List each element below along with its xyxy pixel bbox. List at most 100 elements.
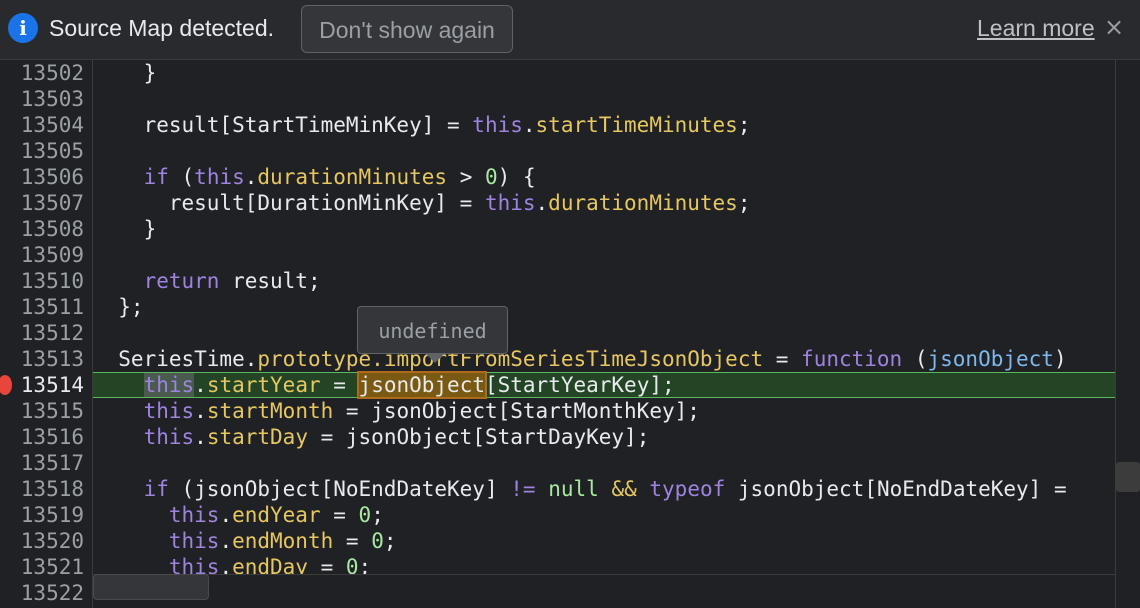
code-line: return result; bbox=[93, 268, 1115, 294]
horizontal-scrollbar[interactable] bbox=[93, 574, 1115, 603]
code-token: } bbox=[93, 217, 157, 241]
line-number[interactable]: 13511 bbox=[0, 294, 84, 320]
code-token: ( bbox=[168, 165, 195, 189]
code-token: this bbox=[472, 113, 523, 137]
line-number[interactable]: 13505 bbox=[0, 138, 84, 164]
line-number[interactable]: 13508 bbox=[0, 216, 84, 242]
code-token: this bbox=[168, 529, 220, 553]
line-number[interactable]: 13517 bbox=[0, 450, 84, 476]
code-token: this bbox=[143, 399, 195, 423]
line-number[interactable]: 13522 bbox=[0, 580, 84, 606]
code-token: endMonth bbox=[232, 529, 334, 553]
code-token: }; bbox=[93, 295, 144, 319]
dont-show-again-button[interactable]: Don't show again bbox=[301, 5, 513, 53]
hover-value-tooltip: undefined bbox=[357, 306, 508, 354]
line-number[interactable]: 13509 bbox=[0, 242, 84, 268]
line-number[interactable]: 13518 bbox=[0, 476, 84, 502]
code-token: 0 bbox=[485, 165, 498, 189]
code-line: this.endMonth = 0; bbox=[93, 528, 1115, 554]
code-token: ) { bbox=[497, 165, 536, 189]
code-token: result[DurationMinKey] = bbox=[93, 191, 485, 215]
source-map-infobar: i Source Map detected. Don't show again … bbox=[0, 0, 1140, 60]
code-token: this bbox=[168, 503, 220, 527]
code-token: ; bbox=[737, 113, 751, 137]
code-line: }; bbox=[93, 294, 1115, 320]
code-token: this bbox=[143, 425, 195, 449]
code-line: if (this.durationMinutes > 0) { bbox=[93, 164, 1115, 190]
code-line: this.startDay = jsonObject[StartDayKey]; bbox=[93, 424, 1115, 450]
code-token: jsonObject[NoEndDateKey] bbox=[725, 477, 1054, 501]
code-area[interactable]: } result[StartTimeMinKey] = this.startTi… bbox=[93, 60, 1115, 578]
line-number[interactable]: 13507 bbox=[0, 190, 84, 216]
code-token: . bbox=[535, 191, 549, 215]
code-token: 0 bbox=[371, 529, 384, 553]
line-number[interactable]: 13520 bbox=[0, 528, 84, 554]
close-icon[interactable]: × bbox=[1104, 13, 1124, 41]
info-icon: i bbox=[8, 13, 38, 43]
code-token: = jsonObject[StartDayKey]; bbox=[307, 425, 650, 449]
code-token: && bbox=[611, 477, 637, 501]
line-number[interactable]: 13521 bbox=[0, 554, 84, 580]
code-line: this.endYear = 0; bbox=[93, 502, 1115, 528]
code-token: . bbox=[244, 165, 258, 189]
code-token: } bbox=[93, 61, 157, 85]
code-token: = jsonObject[StartMonthKey]; bbox=[333, 399, 700, 423]
line-number[interactable]: 13519 bbox=[0, 502, 84, 528]
infobar-message: Source Map detected. bbox=[49, 15, 275, 41]
code-token: . bbox=[194, 373, 207, 397]
line-number[interactable]: 13506 bbox=[0, 164, 84, 190]
line-number[interactable]: 13510 bbox=[0, 268, 84, 294]
code-token: startYear bbox=[206, 373, 321, 397]
code-token: = bbox=[320, 373, 359, 397]
code-token: ) bbox=[1053, 347, 1067, 371]
source-editor[interactable]: 13502 13503 13504 13505 13506 13507 1350… bbox=[0, 60, 1140, 608]
line-number[interactable]: 13504 bbox=[0, 112, 84, 138]
code-line: result[StartTimeMinKey] = this.startTime… bbox=[93, 112, 1115, 138]
code-token: ( bbox=[902, 347, 928, 371]
code-token: durationMinutes bbox=[548, 191, 738, 215]
code-token: function bbox=[801, 347, 903, 371]
horizontal-scrollbar-thumb[interactable] bbox=[93, 574, 209, 600]
hovered-identifier[interactable]: jsonObject bbox=[356, 371, 487, 399]
code-token: . bbox=[194, 399, 207, 423]
code-token: SeriesTime. bbox=[93, 347, 258, 371]
code-token: prototype bbox=[257, 347, 372, 371]
line-number[interactable]: 13516 bbox=[0, 424, 84, 450]
code-token: ; bbox=[383, 529, 397, 553]
line-number-gutter[interactable]: 13502 13503 13504 13505 13506 13507 1350… bbox=[0, 60, 93, 608]
learn-more-link[interactable]: Learn more bbox=[977, 15, 1095, 42]
code-token: 0 bbox=[358, 503, 372, 527]
vertical-scrollbar-thumb[interactable] bbox=[1116, 462, 1140, 492]
code-line: } bbox=[93, 60, 1115, 86]
code-token: ; bbox=[737, 191, 751, 215]
line-number[interactable]: 13512 bbox=[0, 320, 84, 346]
code-token: startTimeMinutes bbox=[535, 113, 738, 137]
code-token: startDay bbox=[206, 425, 308, 449]
code-token: this bbox=[143, 373, 195, 397]
line-number[interactable]: 13502 bbox=[0, 60, 84, 86]
vertical-scrollbar[interactable] bbox=[1115, 60, 1140, 608]
line-number[interactable]: 13513 bbox=[0, 346, 84, 372]
code-token: return bbox=[143, 269, 220, 293]
code-token: startMonth bbox=[206, 399, 334, 423]
code-token: ; bbox=[371, 503, 384, 527]
line-number[interactable]: 13515 bbox=[0, 398, 84, 424]
code-line: SeriesTime.prototype.importFromSeriesTim… bbox=[93, 346, 1115, 372]
code-token: = bbox=[320, 503, 359, 527]
code-line: if (jsonObject[NoEndDateKey] != null && … bbox=[93, 476, 1115, 502]
code-token: result[StartTimeMinKey] = bbox=[93, 113, 473, 137]
line-number[interactable]: 13503 bbox=[0, 86, 84, 112]
code-token: typeof bbox=[649, 477, 726, 501]
code-token: = bbox=[763, 347, 802, 371]
line-number-current[interactable]: 13514 bbox=[0, 372, 84, 398]
code-token: = bbox=[1053, 477, 1067, 501]
code-token: [StartYearKey]; bbox=[484, 373, 675, 397]
